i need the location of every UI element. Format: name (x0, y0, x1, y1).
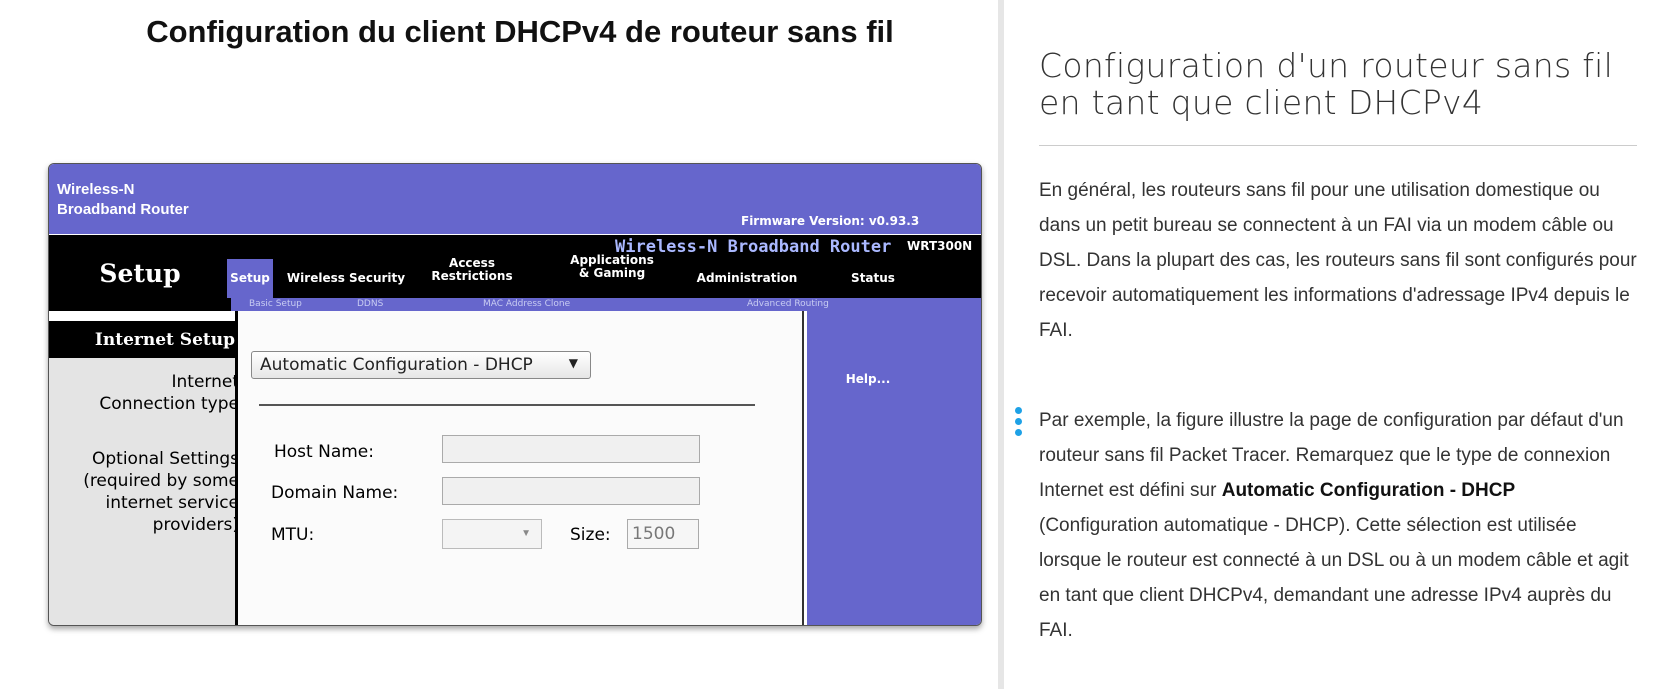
chevron-down-icon: ▼ (521, 528, 531, 539)
label-line: internet service (105, 493, 239, 513)
subtab-ddns[interactable]: DDNS (357, 299, 383, 309)
left-panel: Configuration du client DHCPv4 de routeu… (0, 0, 1000, 689)
paragraph-2: Par exemple, la figure illustre la page … (1039, 403, 1639, 648)
panel-separator (998, 0, 1004, 689)
tab-setup[interactable]: Setup (227, 259, 273, 298)
dot (1015, 407, 1022, 414)
domain-name-input[interactable] (442, 477, 700, 505)
heading-divider (1039, 145, 1637, 146)
dot (1015, 429, 1022, 436)
paragraph-2-highlight: Automatic Configuration - DHCP (1221, 480, 1516, 501)
router-brand: Wireless-N Broadband Router (57, 180, 189, 220)
tab-label: Setup (230, 271, 270, 285)
domain-name-label: Domain Name: (271, 483, 399, 503)
tab-label: Restrictions (431, 269, 513, 283)
tab-administration[interactable]: Administration (687, 265, 807, 291)
help-panel (807, 311, 981, 625)
mtu-select[interactable]: ▼ (442, 519, 542, 549)
slide-title: Configuration du client DHCPv4 de routeu… (146, 14, 894, 49)
tab-access-restrictions[interactable]: Access Restrictions (425, 257, 519, 283)
firmware-version: Firmware Version: v0.93.3 (741, 214, 920, 228)
more-options-icon[interactable] (1015, 407, 1023, 440)
tab-label: Status (851, 271, 895, 285)
label-line: Optional Settings (91, 449, 239, 469)
connection-type-value: Automatic Configuration - DHCP (260, 355, 533, 375)
tab-label: Administration (696, 271, 798, 285)
tab-status[interactable]: Status (835, 265, 911, 291)
tab-wireless-security[interactable]: Wireless Security (281, 265, 411, 291)
router-screenshot: Wireless-N Broadband Router Firmware Ver… (48, 163, 982, 626)
section-heading: Configuration d'un routeur sans fil en t… (1039, 46, 1614, 122)
tab-label: & Gaming (578, 266, 646, 280)
label-line: Connection type (99, 394, 239, 414)
help-link[interactable]: Help... (807, 372, 929, 386)
host-name-input[interactable] (442, 435, 700, 463)
content-divider (259, 404, 755, 406)
subtab-basic-setup[interactable]: Basic Setup (249, 299, 302, 309)
subnav-bar (231, 298, 981, 311)
size-label: Size: (570, 525, 611, 545)
connection-type-label: Internet Connection type (99, 371, 239, 415)
router-brand-line1: Wireless-N (57, 181, 135, 198)
label-line: Internet (171, 372, 239, 392)
host-name-label: Host Name: (274, 442, 374, 462)
help-divider (802, 311, 804, 625)
tab-applications-gaming[interactable]: Applications & Gaming (557, 254, 667, 280)
subtab-advanced-routing[interactable]: Advanced Routing (747, 299, 829, 309)
optional-settings-label: Optional Settings (required by some inte… (83, 448, 239, 536)
subtab-mac-address-clone[interactable]: MAC Address Clone (483, 299, 570, 309)
label-line: (required by some (83, 471, 239, 491)
paragraph-2-text-b: (Configuration automatique - DHCP). Cett… (1039, 515, 1629, 641)
mtu-size-input[interactable]: 1500 (627, 519, 699, 549)
label-line: providers) (152, 515, 239, 535)
tab-label: Wireless Security (286, 271, 406, 285)
chevron-down-icon: ▼ (568, 356, 578, 370)
setup-heading: Setup (49, 235, 231, 311)
router-model: WRT300N (907, 239, 973, 253)
section-title: Internet Setup (49, 321, 239, 358)
mtu-label: MTU: (271, 525, 315, 545)
dot (1015, 418, 1022, 425)
paragraph-1: En général, les routeurs sans fil pour u… (1039, 180, 1637, 341)
connection-type-select[interactable]: Automatic Configuration - DHCP ▼ (251, 351, 591, 379)
router-brand-line2: Broadband Router (57, 201, 189, 218)
